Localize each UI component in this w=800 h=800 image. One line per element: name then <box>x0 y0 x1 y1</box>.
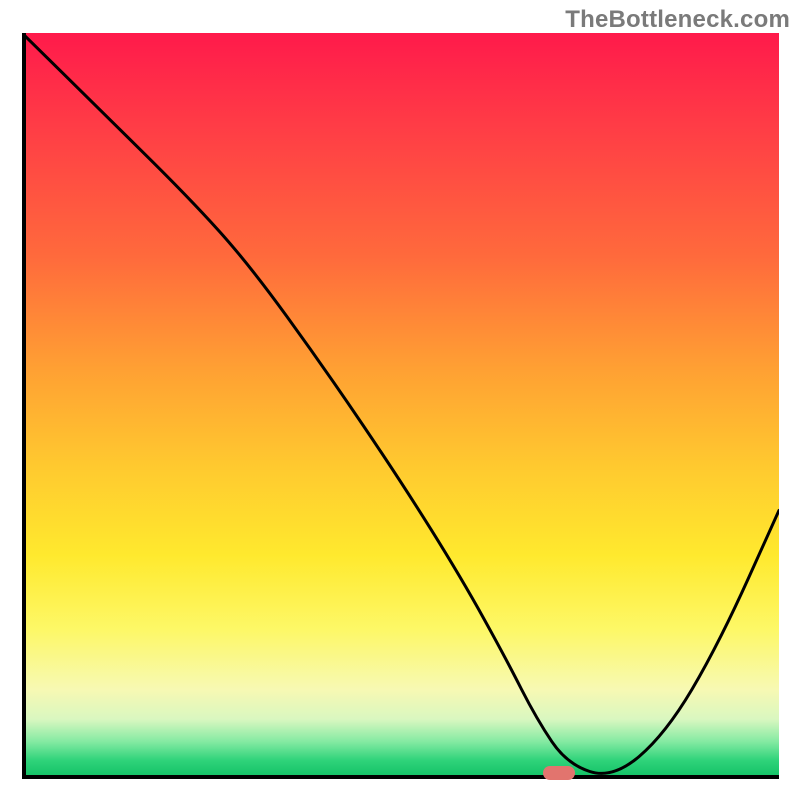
curve-svg <box>22 33 779 779</box>
bottleneck-curve <box>22 33 779 773</box>
y-axis-line <box>22 33 26 779</box>
chart-container: TheBottleneck.com <box>0 0 800 800</box>
x-axis-line <box>22 775 779 779</box>
watermark-text: TheBottleneck.com <box>565 6 790 34</box>
optimum-marker <box>543 766 575 780</box>
